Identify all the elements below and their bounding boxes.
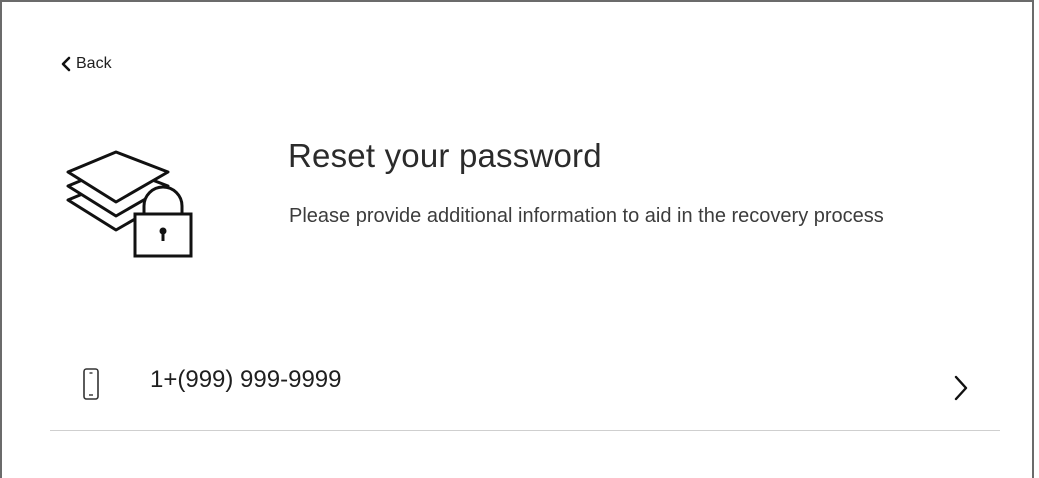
chevron-right-icon[interactable] — [953, 374, 969, 402]
phone-number: 1+(999) 999-9999 — [150, 366, 342, 393]
recovery-option-phone[interactable]: 1+(999) 999-9999 — [50, 348, 1000, 431]
page-subtitle: Please provide additional information to… — [289, 205, 884, 227]
chevron-left-icon — [61, 56, 71, 72]
back-label: Back — [76, 55, 112, 72]
back-button[interactable]: Back — [60, 52, 112, 76]
page-title: Reset your password — [288, 137, 602, 174]
mobile-phone-icon — [83, 368, 99, 400]
layers-lock-icon — [66, 150, 193, 258]
